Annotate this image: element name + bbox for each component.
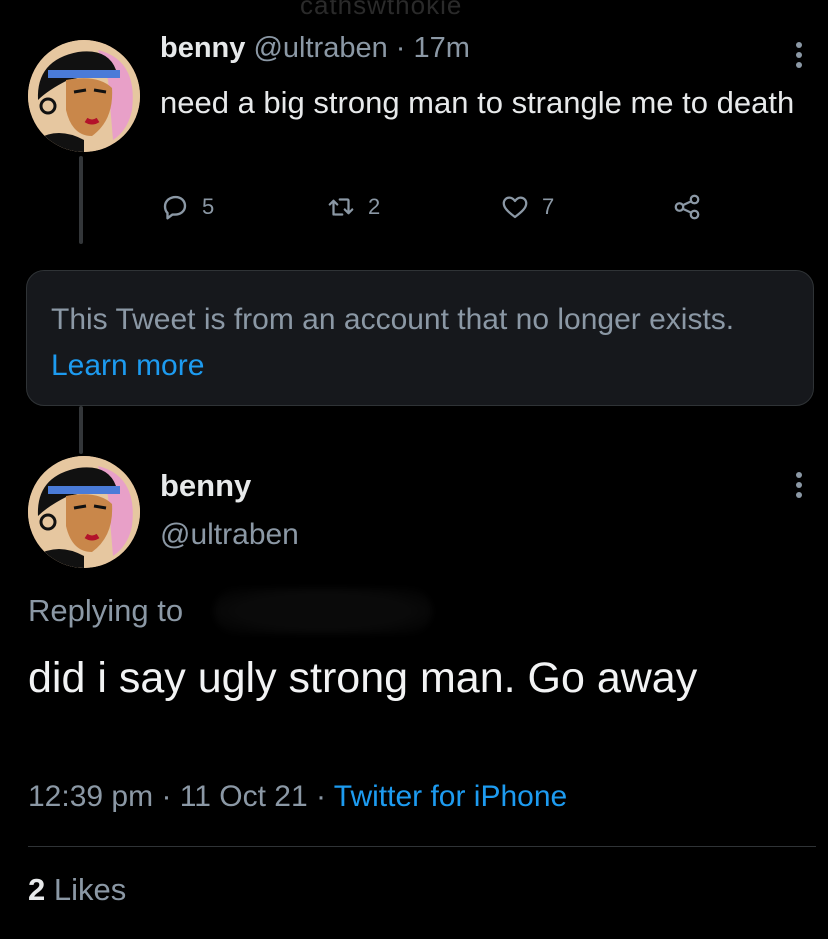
timestamp[interactable]: 17m [414, 32, 470, 64]
like-button[interactable]: 7 [500, 192, 554, 222]
reply-icon [163, 195, 187, 220]
tweet-date[interactable]: 11 Oct 21 [180, 780, 308, 813]
tweet-actions: 5 2 7 [160, 192, 720, 224]
separator: · [315, 780, 326, 813]
like-count: 7 [542, 194, 555, 219]
replying-to-label: Replying to [28, 593, 184, 628]
tweet-meta: 12:39 pm · 11 Oct 21 · Twitter for iPhon… [28, 780, 567, 814]
separator: · [395, 32, 406, 64]
display-name[interactable]: benny [160, 32, 245, 64]
learn-more-link[interactable]: Learn more [51, 349, 204, 382]
watermark: cathswthokie [300, 0, 463, 20]
reply-count: 5 [202, 194, 215, 219]
thread-line [79, 156, 83, 244]
tweet-text: need a big strong man to strangle me to … [160, 85, 795, 120]
share-button[interactable] [672, 192, 714, 222]
thread-line [79, 406, 83, 454]
separator: · [161, 780, 172, 813]
share-icon [674, 194, 700, 220]
tweet-time[interactable]: 12:39 pm [28, 780, 153, 813]
redacted-username [214, 588, 432, 634]
notice-text: This Tweet is from an account that no lo… [51, 303, 735, 336]
tweet-source[interactable]: Twitter for iPhone [334, 780, 567, 813]
handle[interactable]: @ultraben [253, 32, 387, 64]
avatar-image [28, 456, 140, 568]
deleted-tweet-notice: This Tweet is from an account that no lo… [26, 270, 814, 406]
display-name[interactable]: benny [160, 468, 251, 504]
tweet-text: did i say ugly strong man. Go away [28, 654, 698, 702]
handle[interactable]: @ultraben [160, 518, 299, 552]
tweet-header: benny @ultraben · 17m [160, 32, 470, 65]
likes-count: 2 [28, 872, 46, 907]
retweet-icon [328, 198, 354, 216]
retweet-count: 2 [368, 194, 381, 219]
heart-icon [502, 196, 528, 219]
avatar-image [28, 40, 140, 152]
avatar[interactable] [28, 40, 140, 152]
likes-label: Likes [53, 872, 127, 907]
retweet-button[interactable]: 2 [326, 192, 380, 222]
more-icon[interactable] [794, 42, 804, 72]
avatar[interactable] [28, 456, 140, 568]
more-icon[interactable] [794, 472, 804, 502]
reply-button[interactable]: 5 [160, 192, 214, 222]
divider [28, 846, 816, 847]
likes-summary[interactable]: 2 Likes [28, 872, 126, 908]
